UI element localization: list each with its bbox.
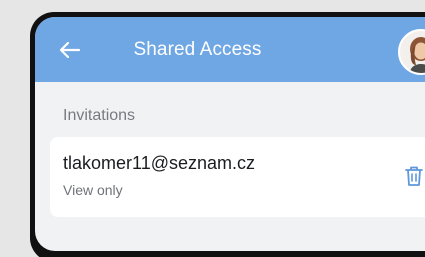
- app-bar: Shared Access: [35, 17, 425, 82]
- trash-icon: [405, 166, 423, 186]
- app-canvas: Shared Access Invitations tlakomer11@sez…: [0, 0, 425, 257]
- invitation-card[interactable]: tlakomer11@seznam.cz View only: [50, 137, 425, 217]
- user-avatar-icon: [400, 31, 425, 73]
- delete-invitation-button[interactable]: [403, 164, 425, 188]
- invitation-email: tlakomer11@seznam.cz: [63, 153, 256, 173]
- invitations-section-label: Invitations: [63, 107, 136, 124]
- invitation-permission: View only: [63, 182, 123, 198]
- app-screen: Shared Access Invitations tlakomer11@sez…: [35, 17, 425, 251]
- avatar[interactable]: [398, 29, 425, 75]
- page-title: Shared Access: [133, 39, 262, 60]
